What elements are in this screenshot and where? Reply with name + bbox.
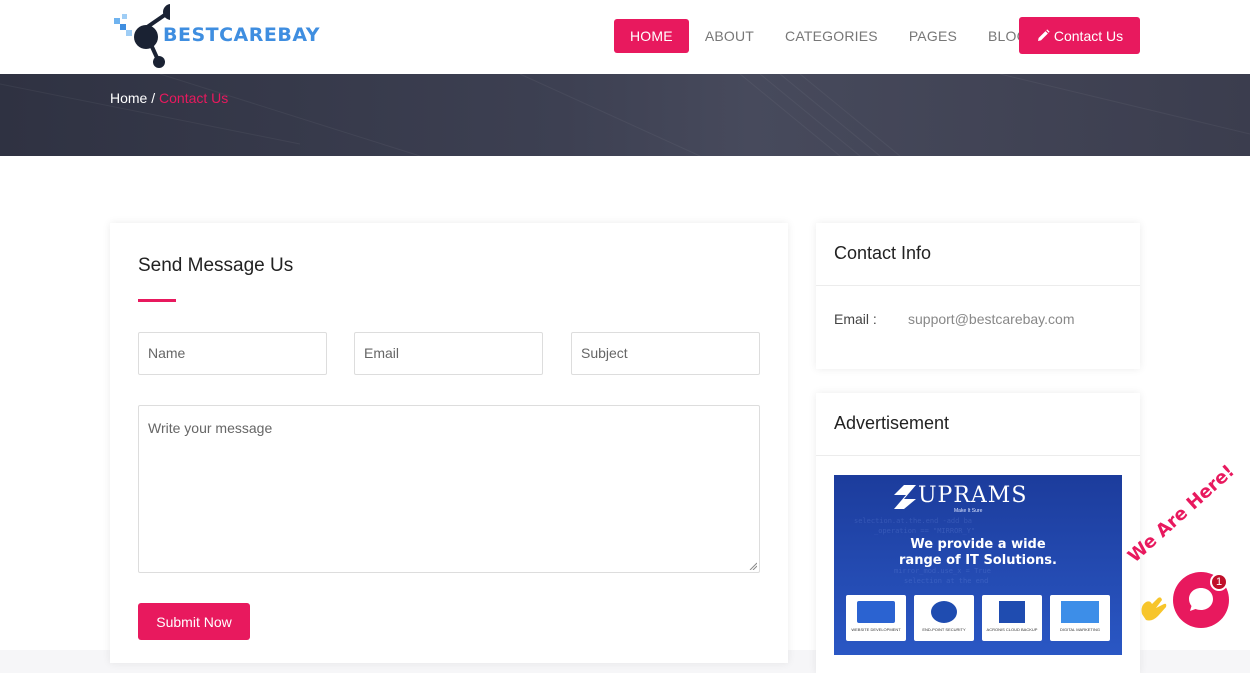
cloud-icon (999, 601, 1025, 623)
nav-home[interactable]: HOME (614, 19, 689, 53)
chat-unread-badge: 1 (1210, 573, 1228, 591)
wave-hand-icon (1141, 597, 1167, 621)
message-textarea[interactable]: Write your message (138, 405, 760, 573)
breadcrumb-home[interactable]: Home / (110, 90, 155, 106)
site-logo[interactable]: BESTCAREBAY (110, 2, 320, 70)
ad-service-marketing: DIGITAL MARKETING (1050, 595, 1110, 641)
monitor-icon (931, 601, 957, 623)
chat-bubble-icon (1189, 588, 1213, 611)
divider (816, 455, 1140, 456)
resize-handle-icon[interactable] (749, 562, 757, 570)
advertisement-banner[interactable]: selection.at.the.end -add ba _operation … (834, 475, 1122, 655)
advertisement-card: Advertisement selection.at.the.end -add … (816, 393, 1140, 673)
ad-line-1: We provide a wide (910, 537, 1046, 552)
ad-service-backup: ACRONIS CLOUD BACKUP (982, 595, 1042, 641)
code-icon (857, 601, 895, 623)
title-underline (138, 299, 176, 302)
ad-service-label: DIGITAL MARKETING (1059, 627, 1100, 632)
svg-text:selection at the end: selection at the end (904, 577, 988, 585)
nav-categories[interactable]: CATEGORIES (785, 28, 878, 44)
email-input[interactable]: Email (354, 332, 543, 375)
nav-pages[interactable]: PAGES (909, 28, 957, 44)
advertisement-title: Advertisement (834, 413, 950, 433)
message-placeholder: Write your message (148, 420, 273, 436)
svg-text:mirror_mod.use_x = True: mirror_mod.use_x = True (894, 567, 991, 575)
breadcrumb-current: Contact Us (159, 90, 229, 106)
ad-service-label: END-POINT SECURITY (922, 627, 966, 632)
banner-texture (0, 74, 1250, 156)
email-value[interactable]: support@bestcarebay.com (908, 311, 1074, 327)
svg-text:_operation == "MIRROR_Y": _operation == "MIRROR_Y" (874, 527, 975, 535)
email-label: Email : (834, 311, 877, 327)
ad-tagline: Make It Sure (954, 508, 983, 514)
contact-info-title: Contact Info (834, 243, 932, 263)
pencil-icon (1037, 28, 1050, 41)
ad-service-web: WEBSITE DEVELOPMENT (846, 595, 906, 641)
subject-input[interactable]: Subject (571, 332, 760, 375)
name-input[interactable]: Name (138, 332, 327, 375)
ad-service-label: ACRONIS CLOUD BACKUP (986, 627, 1038, 632)
ad-service-label: WEBSITE DEVELOPMENT (851, 627, 901, 632)
ad-service-security: END-POINT SECURITY (914, 595, 974, 641)
chart-icon (1061, 601, 1099, 623)
divider (816, 285, 1140, 286)
ad-brand: UPRAMS (918, 483, 1028, 508)
breadcrumb: Home / Contact Us (110, 90, 228, 106)
form-title: Send Message Us (138, 255, 294, 276)
svg-text:selection.at.the.end -add ba: selection.at.the.end -add ba (854, 517, 972, 525)
contact-us-label: Contact Us (1053, 27, 1124, 44)
nav-about[interactable]: ABOUT (705, 28, 754, 44)
contact-us-button[interactable]: Contact Us (1019, 17, 1140, 54)
page-banner: Home / Contact Us (0, 74, 1250, 156)
main-nav: HOME ABOUT CATEGORIES PAGES BLOGS (614, 18, 1068, 54)
ad-line-2: range of IT Solutions. (899, 553, 1057, 568)
logo-text: BESTCAREBAY (163, 24, 320, 46)
logo-icon (114, 4, 179, 68)
submit-button[interactable]: Submit Now (138, 603, 250, 640)
contact-info-card: Contact Info Email : support@bestcarebay… (816, 223, 1140, 369)
contact-form-card: Send Message Us Name Email Subject Write… (110, 223, 788, 663)
site-header: BESTCAREBAY HOME ABOUT CATEGORIES PAGES … (0, 0, 1250, 74)
